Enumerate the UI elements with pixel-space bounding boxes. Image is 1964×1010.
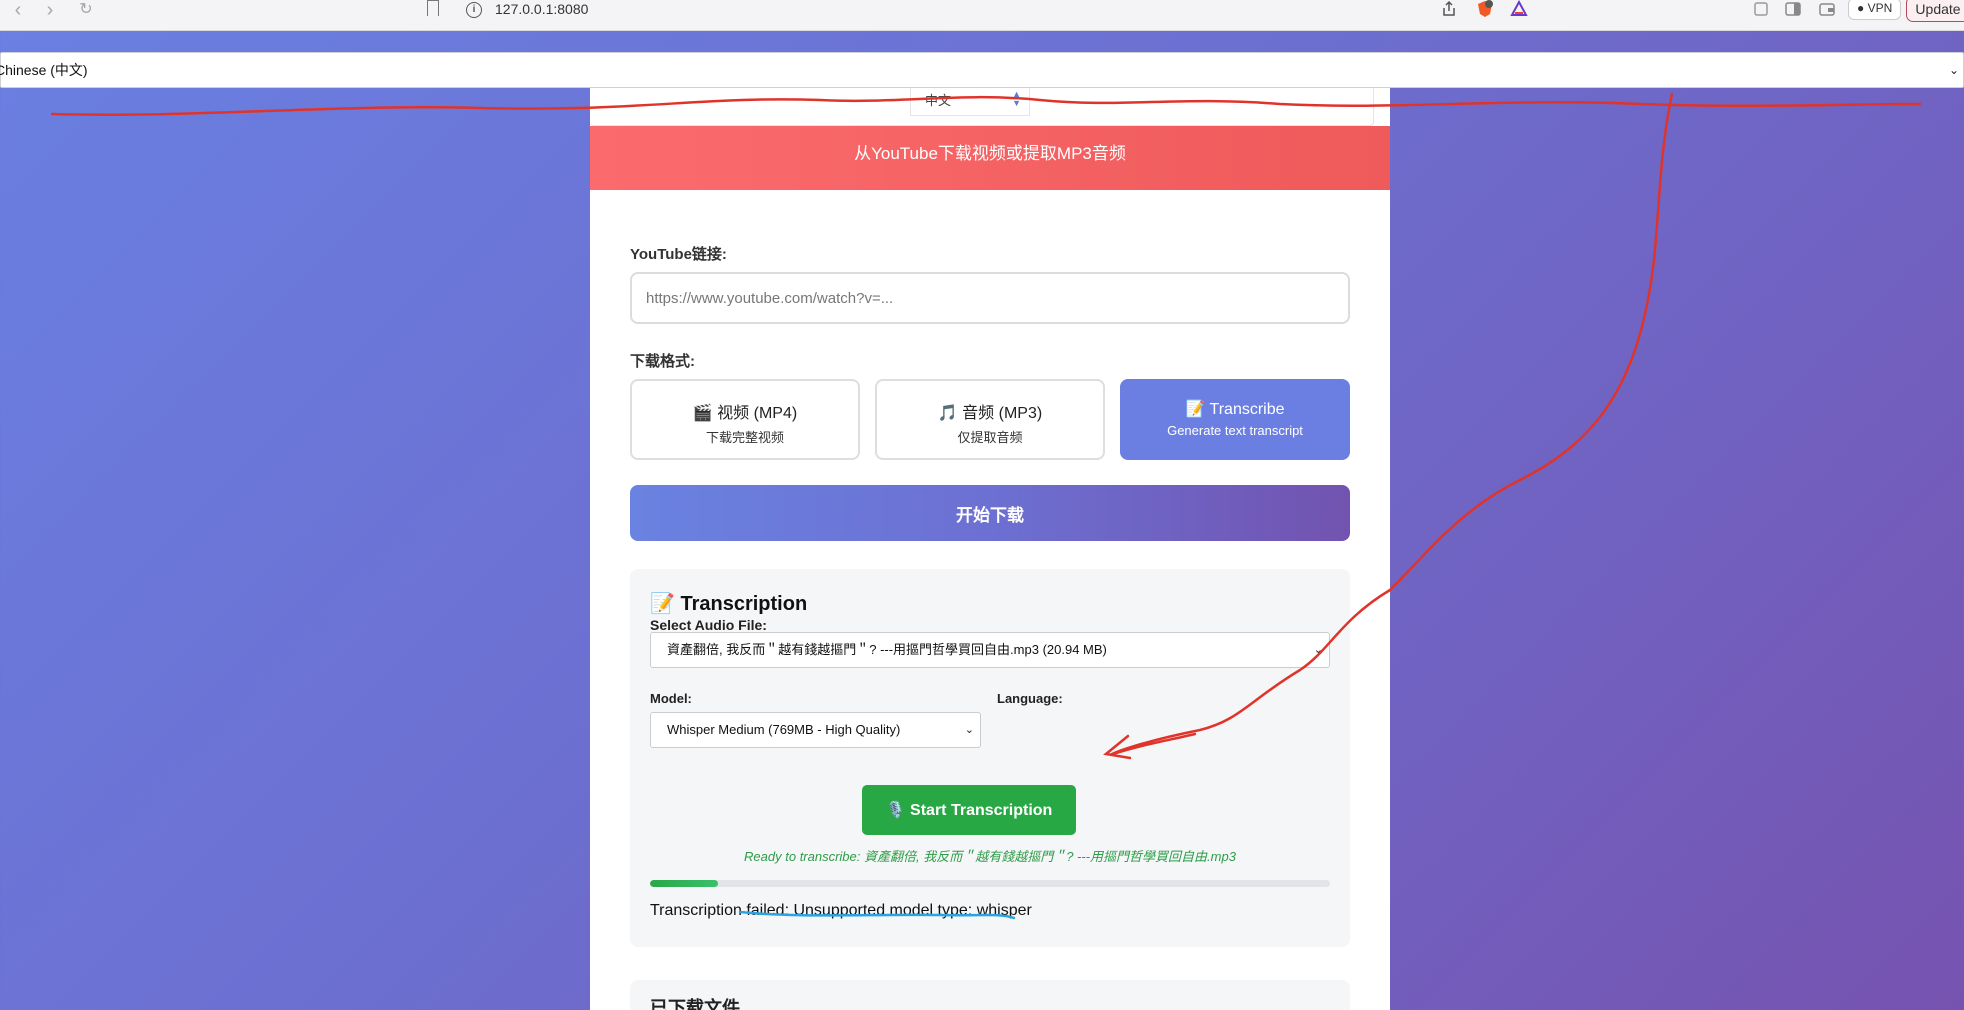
brave-shield-icon[interactable] — [1476, 0, 1494, 18]
mini-language-value: 中文 — [925, 93, 952, 108]
format-title: Transcribe — [1209, 401, 1285, 418]
browser-toolbar: ‹ › ↻ i 127.0.0.1:8080 ● VPN Update — [0, 0, 1964, 31]
start-transcription-button[interactable]: 🎙️ Start Transcription — [862, 785, 1076, 835]
share-icon[interactable] — [1440, 0, 1458, 18]
language-select[interactable]: Chinese (中文) ⌄ — [0, 52, 1964, 88]
vpn-dot-icon: ● — [1857, 1, 1868, 15]
downloaded-files-title: 已下载文件 — [650, 998, 740, 1010]
url-label: YouTube链接: — [630, 246, 727, 263]
format-option-transcribe[interactable]: 📝 Transcribe Generate text transcript — [1120, 379, 1350, 460]
extensions-icon[interactable] — [1752, 0, 1770, 18]
address-bar[interactable]: 127.0.0.1:8080 — [495, 1, 588, 17]
hero-banner: 从YouTube下载视频或提取MP3音频 — [590, 126, 1390, 190]
header-strip: 中文 ▲ ▼ — [590, 88, 1374, 126]
wallet-icon[interactable] — [1818, 0, 1836, 18]
chevron-down-icon: ⌄ — [1948, 63, 1959, 77]
audio-file-select[interactable]: 資產翻倍, 我反而＂越有錢越摳門＂? ---用摳門哲學買回自由.mp3 (20.… — [650, 632, 1330, 668]
format-label: 下载格式: — [630, 353, 695, 370]
format-subtitle: Generate text transcript — [1167, 423, 1303, 438]
progress-bar — [650, 880, 1330, 887]
reload-icon[interactable]: ↻ — [74, 0, 98, 22]
update-button[interactable]: Update — [1906, 0, 1964, 22]
transcription-title: 📝 Transcription — [650, 593, 808, 615]
hero-subtitle: 从YouTube下载视频或提取MP3音频 — [854, 144, 1126, 163]
model-label: Model: — [650, 691, 692, 706]
audio-file-value: 資產翻倍, 我反而＂越有錢越摳門＂? ---用摳門哲學買回自由.mp3 (20.… — [667, 642, 1107, 657]
chevron-down-icon: ⌄ — [1313, 644, 1323, 656]
downloaded-files-panel: 已下载文件 — [630, 980, 1350, 1010]
ready-message: Ready to transcribe: 資產翻倍, 我反而＂越有錢越摳門＂? … — [744, 849, 1236, 864]
updown-icon: ▲ ▼ — [1012, 89, 1021, 108]
format-title: 视频 (MP4) — [717, 405, 798, 422]
rewards-icon[interactable] — [1510, 0, 1528, 18]
sidebar-icon[interactable] — [1784, 0, 1802, 18]
main-card: 中文 ▲▼ 从YouTube下载视频或提取MP3音频 YouTube链接: 下载… — [590, 88, 1390, 1010]
youtube-url-input[interactable] — [630, 272, 1350, 324]
chevron-down-icon: ⌄ — [964, 724, 974, 736]
language-label: Language: — [997, 691, 1063, 706]
language-select-value: Chinese (中文) — [0, 62, 88, 78]
memo-icon: 📝 — [650, 593, 675, 615]
format-subtitle: 仅提取音频 — [957, 430, 1023, 445]
format-option-video[interactable]: 🎬 视频 (MP4) 下载完整视频 — [630, 379, 860, 460]
mini-language-select[interactable]: 中文 ▲ ▼ — [910, 88, 1030, 116]
format-title: 音频 (MP3) — [962, 405, 1043, 422]
clapper-icon: 🎬 — [692, 405, 713, 422]
bookmark-icon[interactable] — [427, 0, 439, 16]
music-note-icon: 🎵 — [937, 405, 958, 422]
audio-file-label: Select Audio File: — [650, 617, 767, 633]
transcription-status: Transcription failed: Unsupported model … — [650, 902, 1032, 919]
model-value: Whisper Medium (769MB - High Quality) — [667, 722, 901, 737]
format-subtitle: 下载完整视频 — [705, 430, 784, 445]
memo-icon: 📝 — [1185, 401, 1206, 418]
model-select[interactable]: Whisper Medium (769MB - High Quality) ⌄ — [650, 712, 981, 748]
transcription-panel: 📝 Transcription Select Audio File: 資產翻倍,… — [630, 569, 1350, 947]
site-info-icon[interactable]: i — [466, 2, 482, 18]
start-download-button[interactable]: 开始下载 — [630, 485, 1350, 541]
vpn-button[interactable]: ● VPN — [1848, 0, 1902, 20]
back-icon[interactable]: ‹ — [6, 0, 30, 22]
forward-icon[interactable]: › — [38, 0, 62, 22]
progress-fill — [650, 880, 718, 887]
format-option-audio[interactable]: 🎵 音频 (MP3) 仅提取音频 — [875, 379, 1105, 460]
